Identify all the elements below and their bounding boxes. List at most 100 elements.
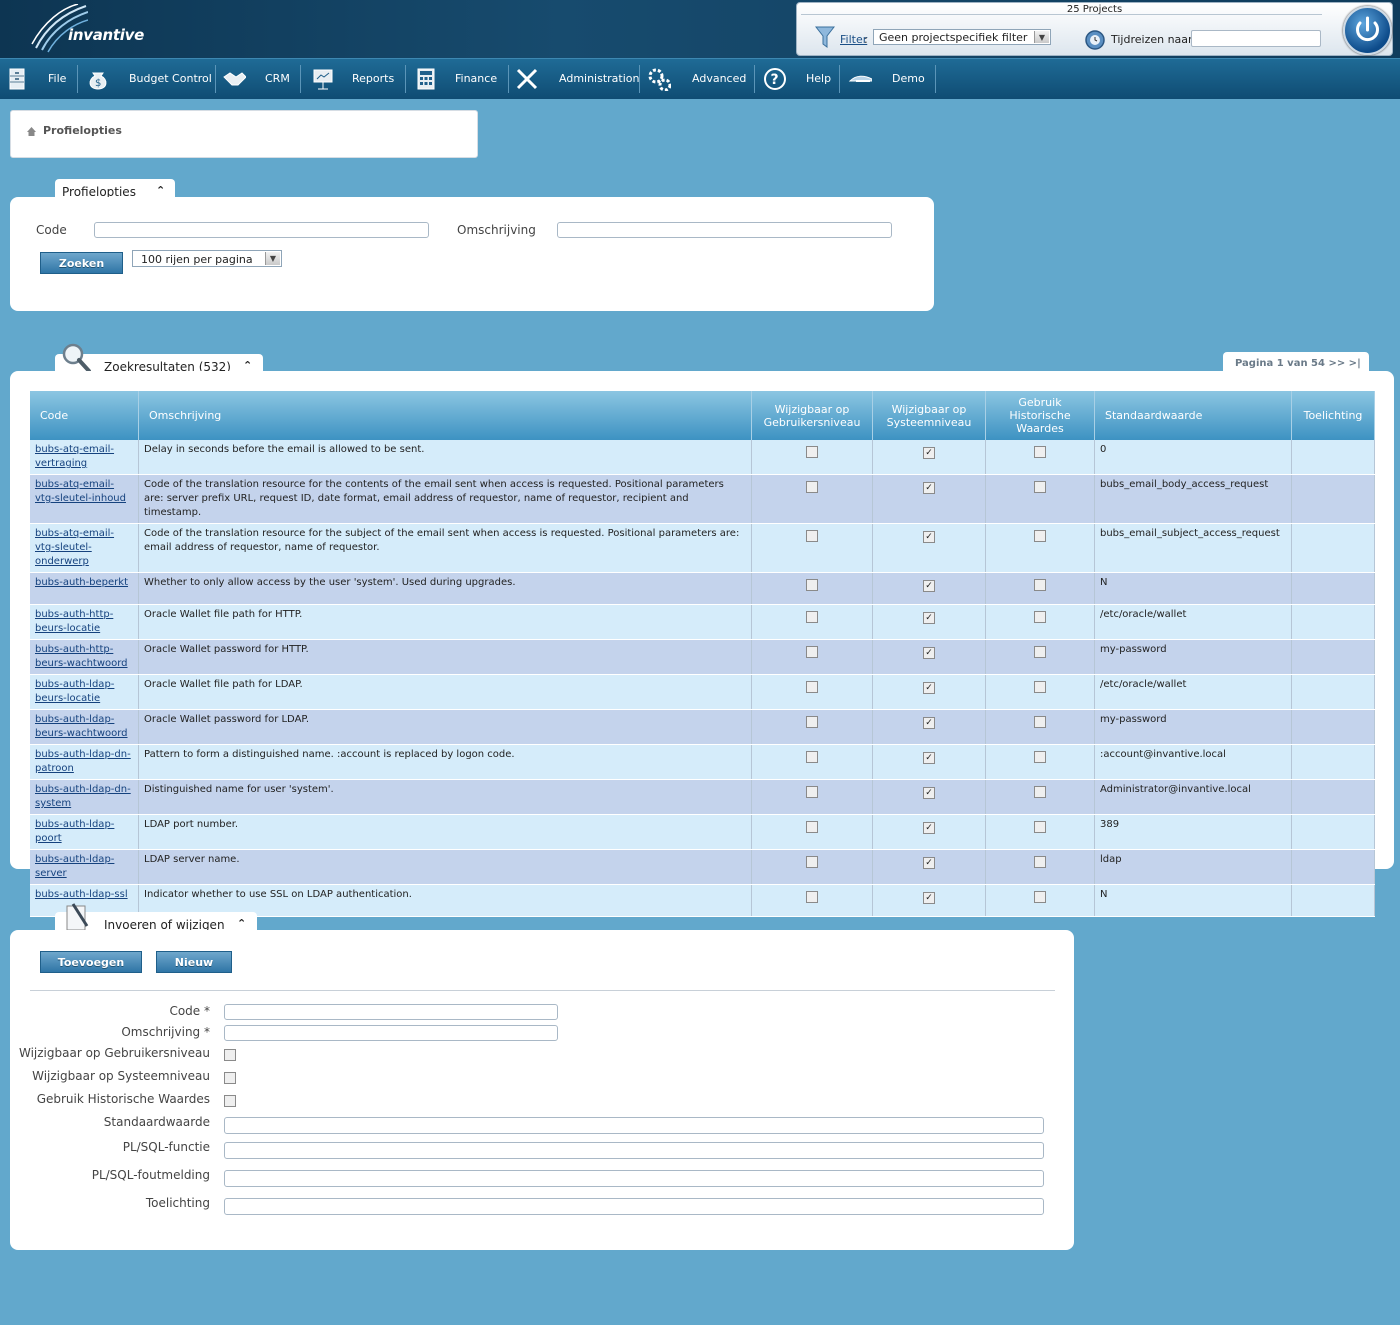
table-row[interactable]: bubs-atq-email-vtg-sleutel-onderwerp Code… — [30, 523, 1375, 573]
history-checkbox[interactable] — [1034, 681, 1046, 693]
user-level-checkbox[interactable] — [806, 611, 818, 623]
history-checkbox[interactable] — [1034, 821, 1046, 833]
table-row[interactable]: bubs-auth-ldap-server LDAP server name. ✓ l… — [30, 849, 1375, 885]
menu-reports[interactable]: Reports — [301, 59, 405, 99]
note-field[interactable] — [224, 1198, 1044, 1215]
column-header-note[interactable]: Toelichting — [1291, 391, 1375, 440]
user-level-checkbox[interactable] — [806, 751, 818, 763]
project-filter-select[interactable]: Geen projectspecifiek filter ▼ — [873, 29, 1051, 45]
user-level-checkbox[interactable] — [806, 681, 818, 693]
chevron-down-icon[interactable]: ▼ — [265, 252, 280, 265]
table-row[interactable]: bubs-auth-ldap-beurs-wachtwoord Oracle Wa… — [30, 709, 1375, 745]
code-link[interactable]: bubs-auth-ldap-dn-system — [35, 784, 131, 809]
table-row[interactable]: bubs-auth-ldap-dn-patroon Pattern to form… — [30, 744, 1375, 780]
history-checkbox[interactable] — [224, 1095, 236, 1107]
menu-file[interactable]: File — [0, 59, 76, 99]
system-level-checkbox[interactable]: ✓ — [923, 447, 935, 459]
user-level-checkbox[interactable] — [806, 579, 818, 591]
code-link[interactable]: bubs-atq-email-vertraging — [35, 444, 114, 469]
column-header-system-level[interactable]: Wijzigbaar op Systeemniveau — [872, 391, 986, 440]
plsql-function-field[interactable] — [224, 1142, 1044, 1159]
column-header-default[interactable]: Standaardwaarde — [1094, 391, 1292, 440]
column-header-code[interactable]: Code — [30, 391, 139, 440]
system-level-checkbox[interactable]: ✓ — [923, 580, 935, 592]
description-field[interactable] — [224, 1025, 558, 1041]
history-checkbox[interactable] — [1034, 481, 1046, 493]
logout-power-button[interactable] — [1343, 6, 1392, 55]
menu-help[interactable]: ? Help — [755, 59, 839, 99]
history-checkbox[interactable] — [1034, 579, 1046, 591]
menu-administration[interactable]: Administration — [509, 59, 640, 99]
plsql-error-field[interactable] — [224, 1170, 1044, 1187]
pager-text[interactable]: Pagina 1 van 54 >> >| — [1235, 358, 1361, 369]
system-level-checkbox[interactable]: ✓ — [923, 717, 935, 729]
home-icon[interactable] — [26, 126, 37, 137]
system-level-checkbox[interactable]: ✓ — [923, 752, 935, 764]
system-level-checkbox[interactable]: ✓ — [923, 682, 935, 694]
table-row[interactable]: bubs-auth-beperkt Whether to only allow a… — [30, 572, 1375, 605]
history-checkbox[interactable] — [1034, 891, 1046, 903]
system-level-checkbox[interactable]: ✓ — [923, 787, 935, 799]
menu-advanced[interactable]: Advanced — [640, 59, 754, 99]
globe-clock-icon[interactable] — [1084, 29, 1106, 51]
time-travel-input[interactable] — [1191, 30, 1321, 47]
code-link[interactable]: bubs-auth-ldap-ssl — [35, 889, 128, 900]
column-header-history[interactable]: Gebruik Historische Waardes — [985, 391, 1095, 440]
history-checkbox[interactable] — [1034, 530, 1046, 542]
code-link[interactable]: bubs-auth-http-beurs-wachtwoord — [35, 644, 128, 669]
user-level-checkbox[interactable] — [806, 646, 818, 658]
code-link[interactable]: bubs-atq-email-vtg-sleutel-inhoud — [35, 479, 126, 504]
funnel-icon[interactable] — [815, 25, 835, 49]
code-link[interactable]: bubs-auth-http-beurs-locatie — [35, 609, 113, 634]
history-checkbox[interactable] — [1034, 751, 1046, 763]
column-header-description[interactable]: Omschrijving — [138, 391, 752, 440]
user-level-checkbox[interactable] — [806, 481, 818, 493]
history-checkbox[interactable] — [1034, 856, 1046, 868]
code-link[interactable]: bubs-auth-ldap-beurs-wachtwoord — [35, 714, 128, 739]
table-row[interactable]: bubs-auth-ldap-poort LDAP port number. ✓ 38… — [30, 814, 1375, 850]
table-row[interactable]: bubs-atq-email-vertraging Delay in second… — [30, 440, 1375, 475]
user-level-checkbox[interactable] — [806, 821, 818, 833]
system-level-checkbox[interactable]: ✓ — [923, 857, 935, 869]
system-level-checkbox[interactable] — [224, 1072, 236, 1084]
code-link[interactable]: bubs-auth-ldap-server — [35, 854, 114, 879]
table-row[interactable]: bubs-atq-email-vtg-sleutel-inhoud Code of… — [30, 474, 1375, 524]
collapse-icon[interactable]: ⌃ — [156, 184, 165, 197]
history-checkbox[interactable] — [1034, 786, 1046, 798]
code-link[interactable]: bubs-atq-email-vtg-sleutel-onderwerp — [35, 528, 114, 567]
user-level-checkbox[interactable] — [806, 856, 818, 868]
user-level-checkbox[interactable] — [806, 716, 818, 728]
collapse-icon[interactable]: ⌃ — [237, 917, 246, 930]
system-level-checkbox[interactable]: ✓ — [923, 482, 935, 494]
history-checkbox[interactable] — [1034, 646, 1046, 658]
table-row[interactable]: bubs-auth-ldap-dn-system Distinguished na… — [30, 779, 1375, 815]
menu-finance[interactable]: Finance — [406, 59, 508, 99]
code-link[interactable]: bubs-auth-ldap-poort — [35, 819, 114, 844]
system-level-checkbox[interactable]: ✓ — [923, 892, 935, 904]
default-value-field[interactable] — [224, 1117, 1044, 1134]
system-level-checkbox[interactable]: ✓ — [923, 822, 935, 834]
table-row[interactable]: bubs-auth-http-beurs-locatie Oracle Walle… — [30, 604, 1375, 640]
chevron-down-icon[interactable]: ▼ — [1034, 31, 1049, 43]
user-level-checkbox[interactable] — [806, 530, 818, 542]
table-row[interactable]: bubs-auth-ldap-beurs-locatie Oracle Walle… — [30, 674, 1375, 710]
invantive-logo[interactable]: invantive — [28, 3, 158, 54]
menu-crm[interactable]: CRM — [216, 59, 300, 99]
system-level-checkbox[interactable]: ✓ — [923, 612, 935, 624]
table-row[interactable]: bubs-auth-http-beurs-wachtwoord Oracle Wa… — [30, 639, 1375, 675]
user-level-checkbox[interactable] — [806, 891, 818, 903]
user-level-checkbox[interactable] — [806, 786, 818, 798]
menu-budget-control[interactable]: $ Budget Control — [78, 59, 214, 99]
search-button[interactable]: Zoeken — [40, 252, 123, 274]
rows-per-page-select[interactable]: 100 rijen per pagina ▼ — [132, 250, 282, 267]
code-field[interactable] — [224, 1004, 558, 1020]
code-link[interactable]: bubs-auth-ldap-dn-patroon — [35, 749, 131, 774]
user-level-checkbox[interactable] — [806, 446, 818, 458]
new-button[interactable]: Nieuw — [156, 951, 232, 973]
system-level-checkbox[interactable]: ✓ — [923, 647, 935, 659]
user-level-checkbox[interactable] — [224, 1049, 236, 1061]
history-checkbox[interactable] — [1034, 446, 1046, 458]
code-link[interactable]: bubs-auth-beperkt — [35, 577, 128, 588]
add-button[interactable]: Toevoegen — [40, 951, 142, 973]
description-search-input[interactable] — [557, 222, 892, 238]
